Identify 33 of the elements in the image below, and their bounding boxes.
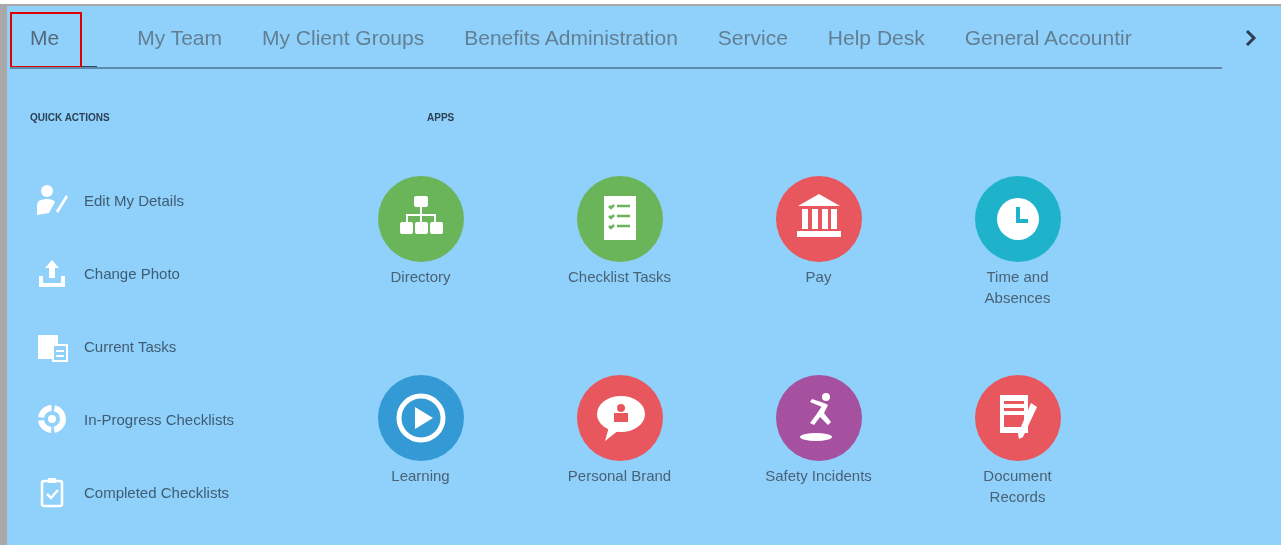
quick-action-link[interactable]: Completed Checklists bbox=[84, 483, 230, 501]
person-pencil-icon bbox=[35, 183, 69, 217]
falling-person-icon[interactable] bbox=[775, 375, 862, 461]
ring-icon bbox=[35, 402, 69, 436]
app-label[interactable]: Safety Incidents bbox=[762, 465, 875, 486]
app-label[interactable]: Learning bbox=[364, 465, 477, 486]
bank-icon[interactable] bbox=[775, 176, 862, 262]
clock-icon[interactable] bbox=[974, 176, 1061, 262]
nav-tab[interactable]: Benefits Administration bbox=[464, 6, 678, 67]
nav-tab[interactable]: Service bbox=[717, 6, 788, 67]
app-label[interactable]: Time and Absences bbox=[961, 266, 1074, 308]
nav-tab[interactable]: My Team bbox=[137, 6, 222, 67]
app-label[interactable]: Directory bbox=[364, 266, 477, 287]
app-label[interactable]: Checklist Tasks bbox=[563, 266, 676, 287]
app-label[interactable]: Personal Brand bbox=[563, 465, 676, 486]
nav-tab[interactable]: My Client Groups bbox=[262, 6, 425, 67]
section-heading: APPS bbox=[427, 112, 456, 123]
nav-tab[interactable]: General Accountir bbox=[964, 6, 1132, 67]
quick-action-link[interactable]: Change Photo bbox=[84, 264, 180, 282]
speech-bubble-icon[interactable] bbox=[576, 375, 663, 461]
play-icon[interactable] bbox=[377, 375, 464, 461]
chevron-right-icon[interactable] bbox=[1244, 28, 1258, 47]
quick-action-link[interactable]: Current Tasks bbox=[84, 337, 177, 355]
checklist-icon[interactable] bbox=[576, 176, 663, 262]
section-heading: QUICK ACTIONS bbox=[30, 112, 111, 123]
org-chart-icon[interactable] bbox=[377, 176, 464, 262]
app-label[interactable]: Document Records bbox=[961, 465, 1074, 507]
quick-action-link[interactable]: Edit My Details bbox=[84, 191, 185, 209]
app-label[interactable]: Pay bbox=[762, 266, 875, 287]
nav-tab[interactable]: Help Desk bbox=[827, 6, 925, 67]
document-pencil-icon[interactable] bbox=[974, 375, 1061, 461]
quick-action-link[interactable]: In-Progress Checklists bbox=[84, 410, 235, 428]
nav-tab[interactable]: Me bbox=[30, 6, 98, 67]
